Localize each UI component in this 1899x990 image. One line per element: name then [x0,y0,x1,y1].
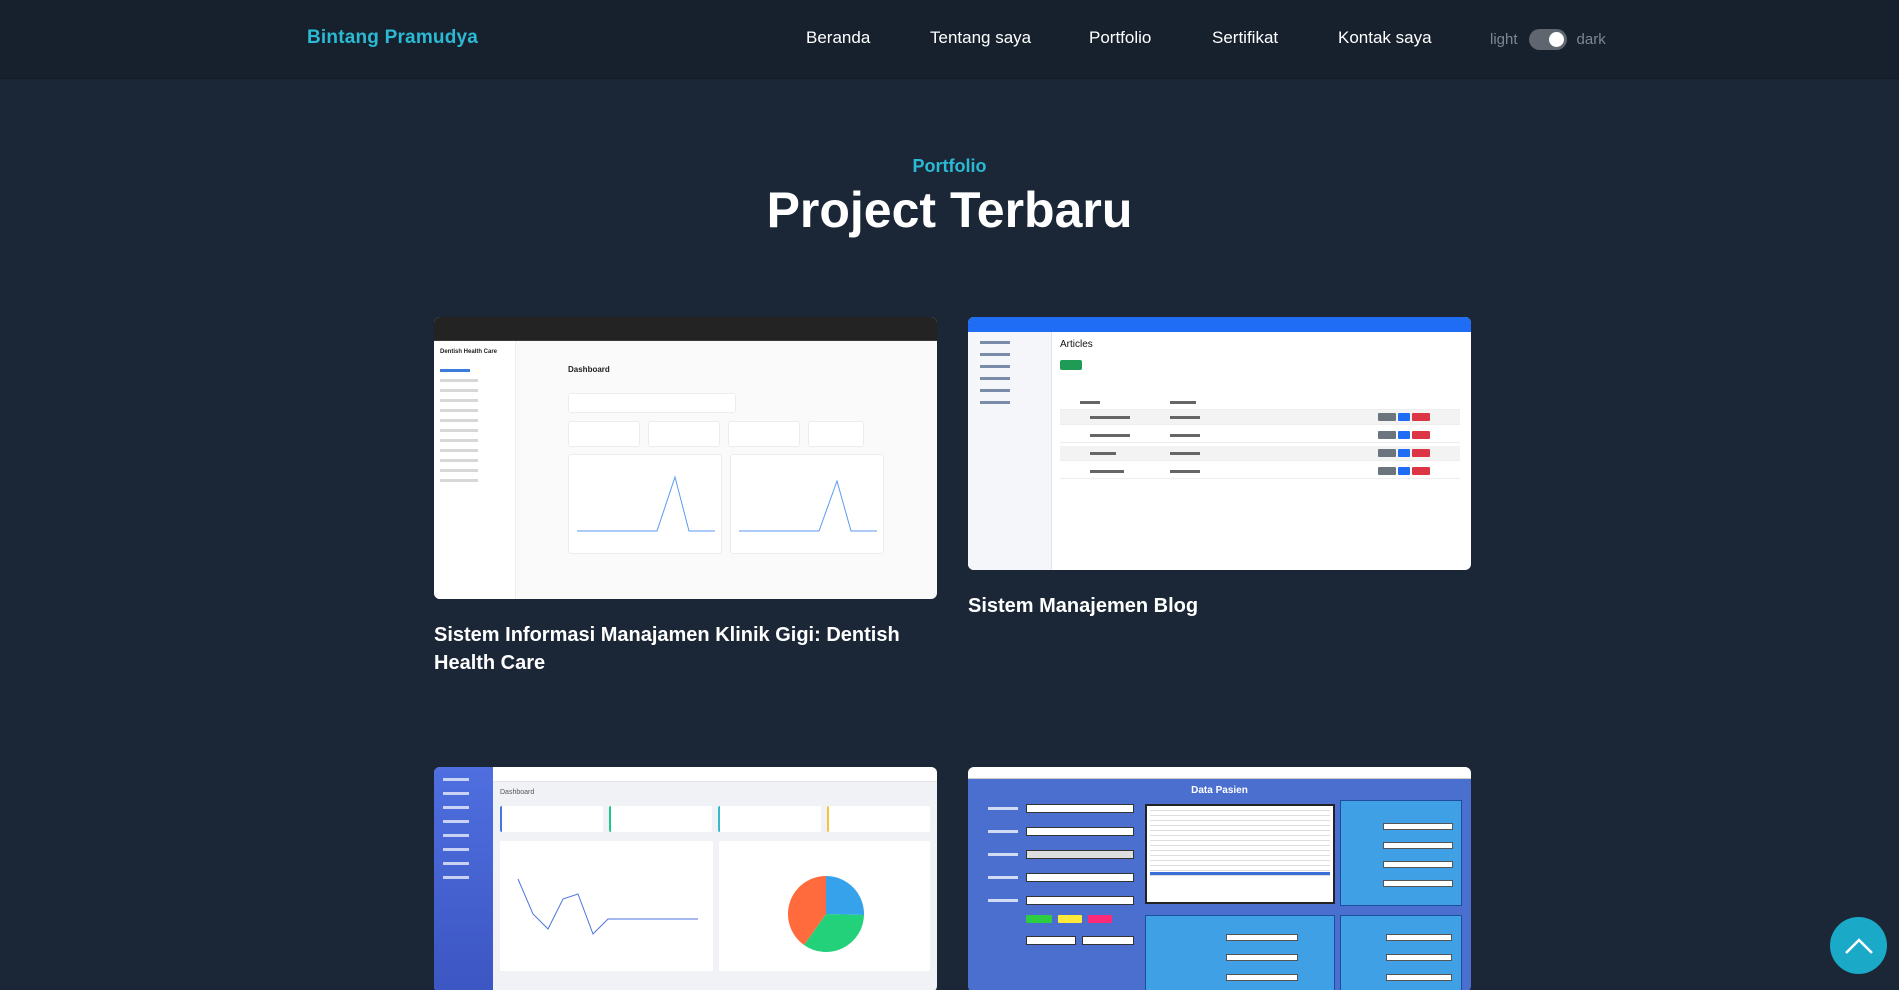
project-thumbnail-blog[interactable]: Articles [968,317,1471,570]
project-thumbnail-data-pasien[interactable]: Data Pasien [968,767,1471,990]
project-card[interactable]: Dentish Health Care Dashboard Sistem Inf… [434,317,937,677]
section-eyebrow: Portfolio [912,156,987,176]
thumb-pie-chart [719,841,930,971]
top-navbar: Bintang Pramudya Beranda Tentang saya Po… [0,0,1899,79]
thumb-heading: Data Pasien [1191,785,1248,796]
thumb-sidebar [434,767,493,990]
theme-dark-label: dark [1576,30,1606,48]
theme-toggle-switch[interactable] [1528,28,1567,50]
project-title[interactable]: Sistem Manajemen Blog [968,592,1471,620]
thumb-heading: Dashboard [500,789,535,796]
thumb-sidebar [968,332,1052,570]
thumb-line-chart [730,454,884,554]
thumb-group-box [1145,915,1335,990]
nav-link-beranda[interactable]: Beranda [806,28,870,48]
nav-link-sertifikat[interactable]: Sertifikat [1212,28,1278,48]
browser-chrome [434,317,937,341]
thumb-group-box [1340,800,1462,906]
theme-light-label: light [1490,30,1518,48]
thumb-heading: Articles [1060,339,1093,350]
chevron-up-icon [1844,937,1873,954]
scroll-to-top-button[interactable] [1830,917,1887,974]
section-title: Project Terbaru [766,182,1133,238]
thumb-line-chart [568,454,722,554]
brand-logo-text[interactable]: Bintang Pramudya [307,27,478,49]
thumb-topbar [968,317,1471,332]
project-thumbnail-dashboard[interactable]: Dashboard [434,767,937,990]
theme-toggle-group: light dark [1490,27,1606,51]
nav-link-tentang-saya[interactable]: Tentang saya [930,28,1031,48]
thumb-line-chart [500,841,713,971]
nav-link-portfolio[interactable]: Portfolio [1089,28,1151,48]
window-titlebar [968,767,1471,779]
thumb-create-button [1060,360,1082,370]
thumb-table [1145,804,1335,904]
nav-link-kontak-saya[interactable]: Kontak saya [1338,28,1432,48]
project-card[interactable]: Data Pasien [968,767,1471,990]
thumb-group-box [1340,915,1462,990]
project-thumbnail-dentish[interactable]: Dentish Health Care Dashboard [434,317,937,599]
thumb-topbar [493,767,937,782]
thumb-heading: Dashboard [568,365,610,374]
thumb-app-name: Dentish Health Care [440,349,498,355]
project-card[interactable]: Dashboard [434,767,937,990]
project-title[interactable]: Sistem Informasi Manajamen Klinik Gigi: … [434,621,937,677]
project-card[interactable]: Articles Sistem Manajemen Blog [968,317,1471,620]
toggle-knob [1548,31,1564,47]
thumb-sidebar: Dentish Health Care [434,341,516,599]
